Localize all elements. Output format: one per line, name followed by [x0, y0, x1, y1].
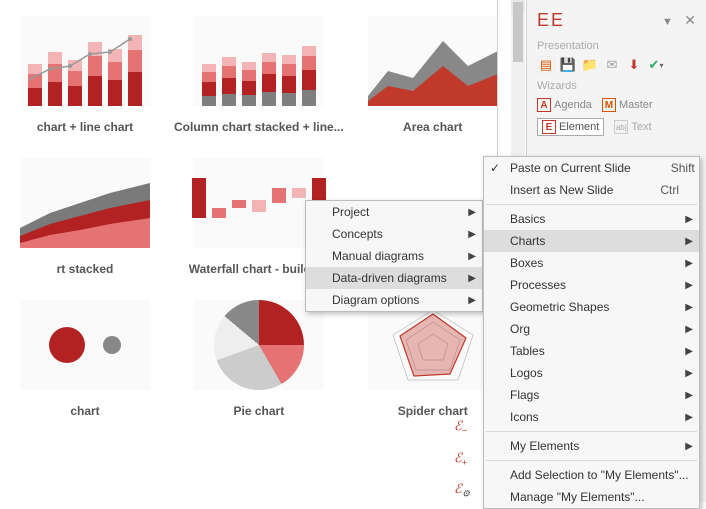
submenu-arrow-icon: ▶	[685, 412, 693, 423]
submenu-arrow-icon: ▶	[468, 295, 476, 306]
menu-item-logos[interactable]: Logos▶	[484, 362, 699, 384]
submenu-arrow-icon: ▶	[685, 236, 693, 247]
submenu-arrow-icon: ▶	[468, 229, 476, 240]
submenu-arrow-icon: ▶	[685, 258, 693, 269]
menu-item-add-selection-to-my-elements[interactable]: Add Selection to "My Elements"...	[484, 464, 699, 486]
chart-thumb-col-line[interactable]: chart + line chart	[20, 16, 150, 134]
submenu-arrow-icon: ▶	[468, 207, 476, 218]
chart-thumb-area-stacked[interactable]: rt stacked	[20, 158, 150, 276]
menu-item-project[interactable]: Project▶	[306, 201, 482, 223]
my-element-gear-icon[interactable]: ℰ⚙	[454, 481, 470, 500]
menu-item-basics[interactable]: Basics▶	[484, 208, 699, 230]
open-icon[interactable]: 📁	[581, 56, 599, 74]
menu-separator	[486, 460, 697, 461]
menu-item-charts[interactable]: Charts▶	[484, 230, 699, 252]
new-icon[interactable]: ▤	[537, 56, 555, 74]
download-icon[interactable]: ⬇	[625, 56, 643, 74]
context-menu-element: Paste on Current Slide✓ShiftInsert as Ne…	[483, 156, 700, 509]
menu-item-data-driven-diagrams[interactable]: Data-driven diagrams▶	[306, 267, 482, 289]
submenu-arrow-icon: ▶	[685, 346, 693, 357]
menu-item-org[interactable]: Org▶	[484, 318, 699, 340]
menu-item-concepts[interactable]: Concepts▶	[306, 223, 482, 245]
menu-item-processes[interactable]: Processes▶	[484, 274, 699, 296]
chart-thumb-bubble[interactable]: chart	[20, 300, 150, 418]
menu-item-icons[interactable]: Icons▶	[484, 406, 699, 428]
text-button[interactable]: ab|Text	[614, 120, 651, 134]
agenda-button[interactable]: AAgenda	[537, 98, 592, 112]
chart-thumb-area[interactable]: Area chart	[368, 16, 498, 134]
chart-label: Pie chart	[234, 404, 285, 418]
my-element-minus-icon[interactable]: ℰ−	[454, 418, 470, 436]
close-icon[interactable]: ✕	[684, 12, 696, 28]
mail-icon[interactable]: ✉	[603, 56, 621, 74]
submenu-arrow-icon: ▶	[685, 302, 693, 313]
submenu-arrow-icon: ▶	[685, 280, 693, 291]
section-presentation: Presentation	[537, 40, 696, 52]
ee-logo: EE	[537, 10, 565, 31]
submenu-arrow-icon: ▶	[685, 368, 693, 379]
submenu-arrow-icon: ▶	[468, 251, 476, 262]
menu-item-flags[interactable]: Flags▶	[484, 384, 699, 406]
scroll-thumb[interactable]	[513, 2, 523, 62]
chart-thumb-spider[interactable]: Spider chart	[368, 300, 498, 418]
pane-options-icon[interactable]: ▼	[662, 16, 673, 28]
shortcut-label: Shift	[631, 161, 695, 175]
check-icon: ✓	[490, 161, 500, 175]
chart-label: chart	[70, 404, 99, 418]
menu-item-manage-my-elements[interactable]: Manage "My Elements"...	[484, 486, 699, 508]
menu-item-geometric-shapes[interactable]: Geometric Shapes▶	[484, 296, 699, 318]
menu-separator	[486, 204, 697, 205]
chart-thumb-pie[interactable]: Pie chart	[174, 300, 344, 418]
chart-label: chart + line chart	[37, 120, 133, 134]
chart-label: Area chart	[403, 120, 462, 134]
menu-item-paste-on-current-slide[interactable]: Paste on Current Slide✓Shift	[484, 157, 699, 179]
element-button[interactable]: EElement	[537, 118, 604, 136]
chart-label: rt stacked	[57, 262, 114, 276]
submenu-diagram-types: Project▶Concepts▶Manual diagrams▶Data-dr…	[305, 200, 483, 312]
chart-label: Spider chart	[398, 404, 468, 418]
submenu-arrow-icon: ▶	[468, 273, 476, 284]
chart-thumb-col-stacked-line[interactable]: Column chart stacked + line...	[174, 16, 344, 134]
submenu-arrow-icon: ▶	[685, 324, 693, 335]
menu-item-diagram-options[interactable]: Diagram options▶	[306, 289, 482, 311]
menu-item-boxes[interactable]: Boxes▶	[484, 252, 699, 274]
master-button[interactable]: MMaster	[602, 98, 653, 112]
submenu-arrow-icon: ▶	[685, 441, 693, 452]
my-element-icons: ℰ− ℰ+ ℰ⚙	[454, 418, 470, 500]
menu-item-tables[interactable]: Tables▶	[484, 340, 699, 362]
check-dropdown[interactable]: ✔▾	[647, 56, 665, 74]
menu-item-manual-diagrams[interactable]: Manual diagrams▶	[306, 245, 482, 267]
submenu-arrow-icon: ▶	[685, 214, 693, 225]
my-element-plus-icon[interactable]: ℰ+	[454, 450, 470, 468]
section-wizards: Wizards	[537, 80, 696, 92]
menu-item-insert-as-new-slide[interactable]: Insert as New SlideCtrl	[484, 179, 699, 201]
chart-label: Column chart stacked + line...	[174, 120, 344, 134]
save-icon[interactable]: 💾	[559, 56, 577, 74]
shortcut-label: Ctrl	[620, 183, 679, 197]
menu-item-my-elements[interactable]: My Elements▶	[484, 435, 699, 457]
submenu-arrow-icon: ▶	[685, 390, 693, 401]
menu-separator	[486, 431, 697, 432]
